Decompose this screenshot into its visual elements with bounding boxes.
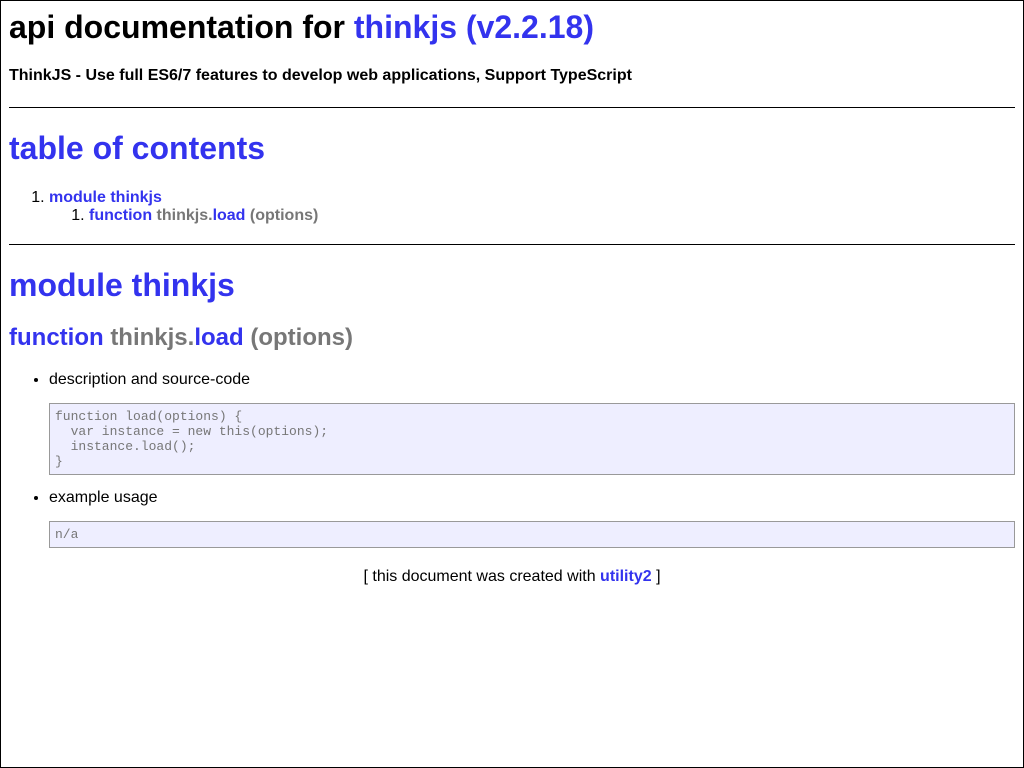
toc-fn-owner: thinkjs.	[156, 207, 213, 224]
footer: [ this document was created with utility…	[9, 568, 1015, 586]
example-code-block: n/a	[49, 521, 1015, 548]
toc-function-link[interactable]: function thinkjs.load (options)	[89, 207, 318, 224]
list-item: description and source-code function loa…	[49, 371, 1015, 475]
divider	[9, 107, 1015, 108]
title-prefix: api documentation for	[9, 9, 345, 45]
toc-heading: table of contents	[9, 130, 266, 166]
footer-suffix: ]	[656, 568, 661, 585]
function-heading: function thinkjs.load (options)	[9, 324, 1015, 352]
function-keyword-link[interactable]: function	[9, 324, 104, 351]
footer-prefix: [ this document was created with	[363, 568, 596, 585]
example-label: example usage	[49, 489, 158, 506]
list-item: example usage n/a	[49, 489, 1015, 548]
toc-item-function: function thinkjs.load (options)	[89, 207, 1015, 225]
toc-item-module: module thinkjs function thinkjs.load (op…	[49, 189, 1015, 225]
function-args: (options)	[250, 324, 353, 351]
description-label: description and source-code	[49, 371, 251, 388]
divider	[9, 244, 1015, 245]
page-subtitle: ThinkJS - Use full ES6/7 features to dev…	[9, 67, 632, 84]
toc-module-link[interactable]: module thinkjs	[49, 189, 162, 206]
toc-fn-args: (options)	[249, 207, 319, 224]
toc-list: module thinkjs function thinkjs.load (op…	[9, 189, 1015, 225]
function-owner: thinkjs.	[110, 324, 195, 351]
package-link[interactable]: thinkjs (v2.2.18)	[354, 9, 594, 45]
toc-fn-name: load	[212, 207, 246, 224]
page-title: api documentation for thinkjs (v2.2.18)	[9, 9, 1015, 46]
page: api documentation for thinkjs (v2.2.18) …	[1, 9, 1023, 586]
utility2-link[interactable]: utility2	[600, 568, 652, 585]
toc-sublist: function thinkjs.load (options)	[49, 207, 1015, 225]
source-code-block: function load(options) { var instance = …	[49, 403, 1015, 475]
function-name-link[interactable]: load	[194, 324, 243, 351]
toc-fn-keyword: function	[89, 207, 153, 224]
function-details: description and source-code function loa…	[9, 371, 1015, 548]
module-heading: module thinkjs	[9, 267, 235, 303]
table-of-contents: table of contents module thinkjs functio…	[9, 130, 1015, 225]
